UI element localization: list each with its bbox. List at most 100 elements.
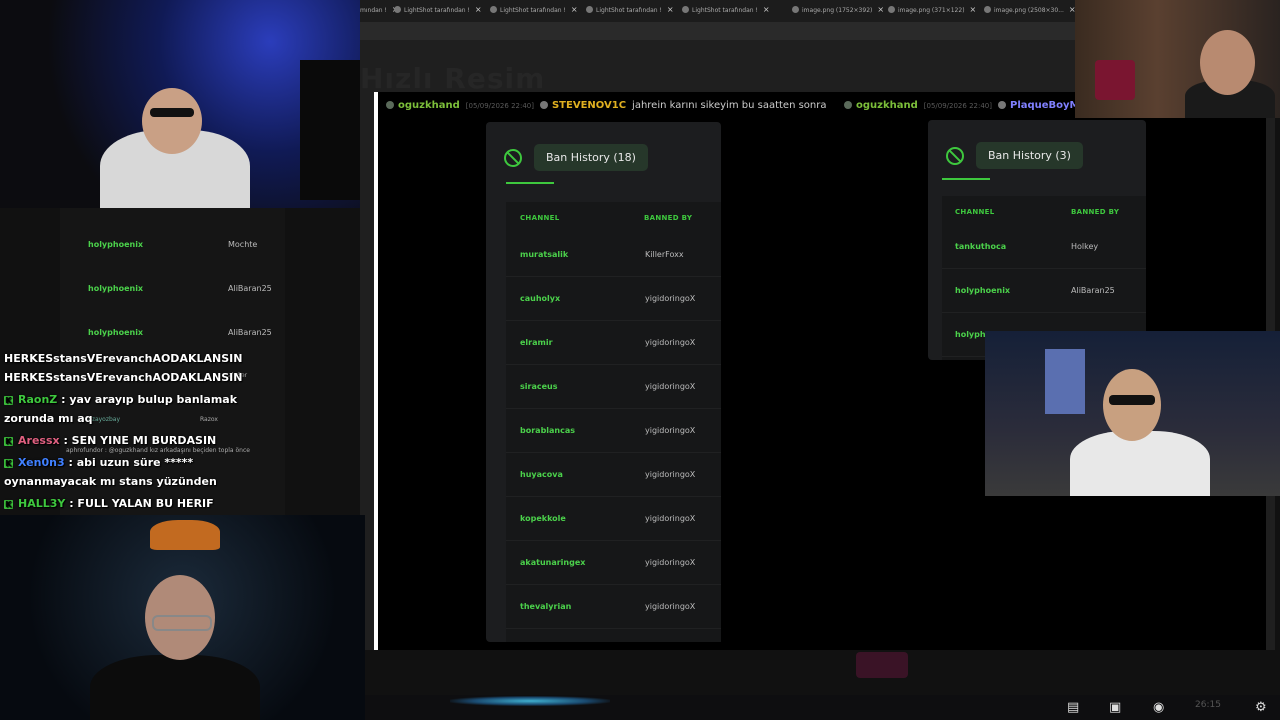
table-row: holyphoenix AliBaran25 (88, 284, 272, 293)
browser-tab[interactable]: LightShot tarafından ! × (490, 5, 578, 19)
chat-line: K HALL3Y : FULL YALAN BU HERIF (4, 497, 214, 510)
table-row: muratsalik KillerFoxx (506, 232, 721, 277)
webcam-top-left (0, 0, 360, 208)
lightshot-icon (394, 6, 401, 13)
glasses-icon (152, 615, 212, 631)
close-icon[interactable]: × (763, 5, 770, 14)
ban-icon (946, 146, 964, 165)
chat-line: K RaonZ : yav arayıp bulup banlamak (4, 393, 238, 406)
ban-table: CHANNEL BANNED BY muratsalik KillerFoxx c… (506, 202, 721, 642)
browser-tab[interactable]: LightShot tarafından ! × (586, 5, 674, 19)
chat-line: K Xen0n3 : abi uzun süre ***** (4, 456, 194, 469)
browser-tab[interactable]: image.png (1752×392) × (792, 5, 884, 19)
chat-line: zorunda mı aq (4, 412, 93, 425)
glow-accent (450, 696, 610, 706)
avatar (997, 101, 1006, 109)
ban-history-button[interactable]: Ban History (3) (976, 142, 1083, 169)
column-header-channel: CHANNEL (520, 214, 560, 222)
table-row: siraceus yigidoringoX (506, 364, 721, 409)
chat-line: HERKESstansVErevanchAODAKLANSIN (4, 352, 243, 365)
avatar (844, 101, 852, 109)
message-target: STEVENOV1C (551, 100, 627, 111)
close-icon[interactable]: × (970, 5, 977, 14)
kick-badge-icon: K (4, 396, 13, 405)
chat-username: HALL3Y (18, 497, 66, 510)
table-row: holyphoenix AliBaran25 (88, 328, 272, 337)
table-row: akatunaringex yigidoringoX (506, 540, 721, 585)
monitor (1045, 349, 1085, 414)
table-row: tankuthoca Holkey (942, 224, 1146, 269)
close-icon[interactable]: × (475, 5, 482, 14)
sunglasses-icon (1109, 395, 1155, 405)
person (90, 655, 260, 720)
person-head (1103, 369, 1161, 441)
table-row: cauholyx yigidoringoX (506, 276, 721, 321)
chat-line: HERKESstansVErevanchAODAKLANSIN (4, 371, 243, 384)
person-head (1200, 30, 1255, 95)
avatar (386, 101, 394, 109)
webcam-right (985, 331, 1280, 496)
ban-icon (504, 148, 522, 167)
message-author: oguzkhand (398, 100, 460, 111)
ban-history-panel: Ban History (3) CHANNEL BANNED BY tankut… (928, 120, 1146, 360)
browser-tab[interactable]: LightShot tarafından ! × (394, 5, 482, 19)
webcam-bottom-left (0, 515, 365, 720)
message-author: oguzkhand (856, 100, 918, 111)
close-icon[interactable]: × (877, 5, 884, 14)
chat-line: oynanmayacak mı stans yüzünden (4, 475, 217, 488)
column-header-channel: CHANNEL (955, 208, 995, 216)
close-icon[interactable]: × (571, 5, 578, 14)
globe-icon (888, 6, 895, 13)
kick-badge-icon: K (4, 459, 13, 468)
lightshot-icon (490, 6, 497, 13)
table-row: holyphoenix Mochte (88, 240, 258, 249)
ban-history-button[interactable]: Ban History (18) (534, 144, 648, 171)
webcam-top-right (1075, 0, 1280, 118)
message-timestamp: [05/09/2026 22:40] (923, 102, 992, 110)
browser-tab[interactable]: image.png (371×122) × (888, 5, 976, 19)
ban-history-panel: Ban History (18) CHANNEL BANNED BY murat… (486, 122, 721, 642)
message-timestamp: [05/09/2026 22:40] (465, 102, 534, 110)
browser-tab-active[interactable]: image.png (2508×30... × (984, 5, 1076, 19)
screen-icon[interactable]: ▣ (1109, 700, 1121, 715)
settings-icon[interactable]: ⚙ (1255, 700, 1267, 715)
chair (300, 60, 360, 200)
column-header-banned-by: BANNED BY (644, 214, 693, 222)
chat-username: RaonZ (18, 393, 58, 406)
page-title: Hızlı Resim (360, 62, 546, 95)
table-row: thevalyrian yigidoringoX (506, 584, 721, 629)
tab-underline (506, 182, 554, 184)
chat-icon[interactable]: ▤ (1067, 700, 1079, 715)
globe-icon (792, 6, 799, 13)
stream-chat: HERKESstansVErevanchAODAKLANSIN HERKESst… (0, 350, 360, 515)
lightshot-icon (586, 6, 593, 13)
table-row: kopekkole yigidoringoX (506, 496, 721, 541)
browser-tab[interactable]: LightShot tarafından ! × (682, 5, 770, 19)
person-head (142, 88, 202, 154)
table-row: holyphoenix AliBaran25 (942, 268, 1146, 313)
chat-line: K Aressx : SEN YINE MI BURDASIN (4, 434, 217, 447)
chat-username: Aressx (18, 434, 60, 447)
address-bar[interactable] (360, 22, 1075, 41)
plush-toy (150, 520, 220, 550)
table-row: elramir yigidoringoX (506, 320, 721, 365)
person (1070, 431, 1210, 496)
globe-icon (984, 6, 991, 13)
clock: 26:15 (1195, 700, 1221, 710)
kick-badge-icon: K (4, 500, 13, 509)
browser-tab[interactable]: mından !× (360, 5, 399, 19)
lightshot-icon (682, 6, 689, 13)
tab-underline (942, 178, 990, 180)
browser-tab-bar: mından !× LightShot tarafından !× LightS… (360, 0, 1076, 22)
screenshot-left: oguzkhand [05/09/2026 22:40] STEVENOV1C jah… (374, 92, 844, 650)
mic-icon[interactable]: ◉ (1153, 700, 1164, 715)
kick-badge-icon: K (4, 437, 13, 446)
close-icon[interactable]: × (667, 5, 674, 14)
sunglasses-icon (150, 108, 194, 117)
discord-message: oguzkhand [05/09/2026 22:40] STEVENOV1C jah… (386, 100, 827, 111)
chat-username: Xen0n3 (18, 456, 65, 469)
background-object (1095, 60, 1135, 100)
dimmed-button[interactable] (856, 652, 908, 678)
message-text: jahrein karını sikeyim bu saatten sonra (632, 100, 827, 111)
column-header-banned-by: BANNED BY (1071, 208, 1120, 216)
